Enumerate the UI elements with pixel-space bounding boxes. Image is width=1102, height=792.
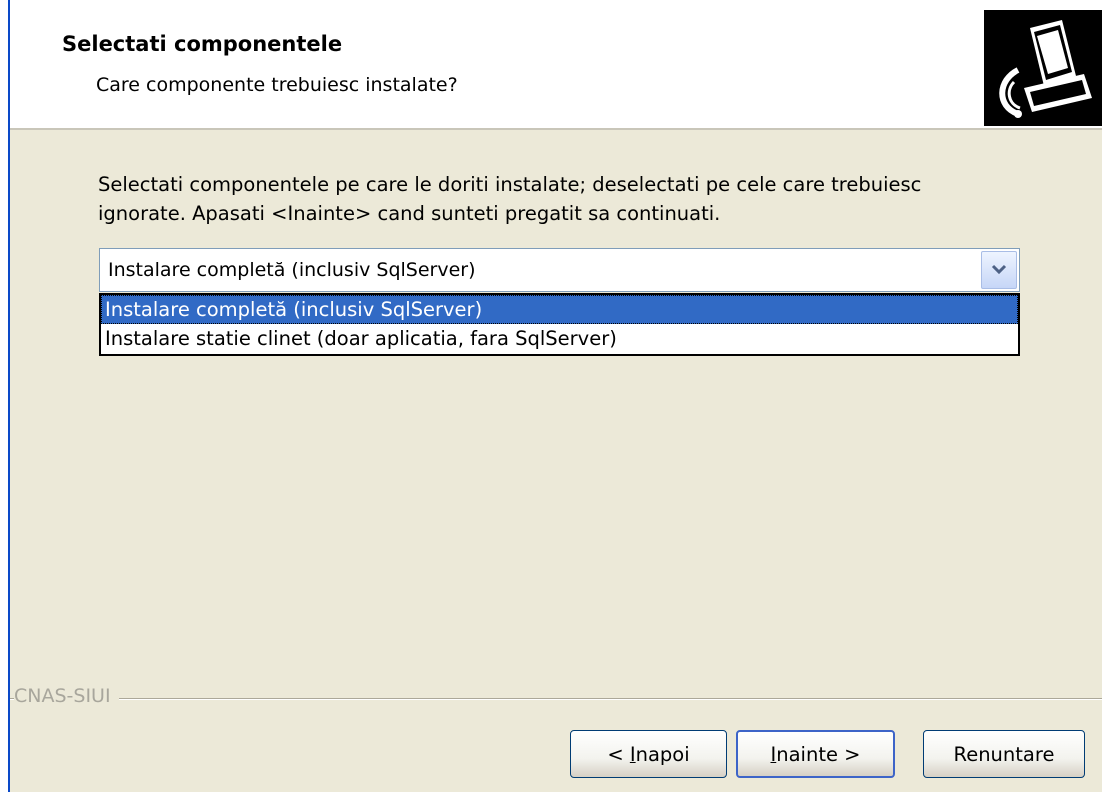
next-button[interactable]: Inainte >	[736, 730, 895, 778]
chevron-down-icon[interactable]	[981, 251, 1017, 289]
page-title: Selectati componentele	[62, 32, 343, 56]
option-full-install[interactable]: Instalare completă (inclusiv SqlServer)	[101, 295, 1018, 324]
back-prefix: <	[607, 743, 630, 766]
next-label: nainte >	[776, 743, 861, 766]
wizard-header: Selectati componentele Care componente t…	[10, 0, 1102, 130]
install-type-dropdown-list: Instalare completă (inclusiv SqlServer) …	[99, 293, 1020, 356]
cancel-button[interactable]: Renuntare	[923, 730, 1085, 778]
instructions-text: Selectati componentele pe care le doriti…	[98, 170, 998, 228]
back-button[interactable]: < Inapoi	[570, 730, 727, 778]
instructions-line-2: ignorate. Apasati <Inainte> cand sunteti…	[98, 202, 721, 225]
instructions-line-1: Selectati componentele pe care le doriti…	[98, 173, 922, 196]
option-client-install[interactable]: Instalare statie clinet (doar aplicatia,…	[101, 324, 1018, 353]
page-subtitle: Care componente trebuiesc instalate?	[96, 74, 458, 96]
setup-computer-icon	[984, 10, 1102, 126]
back-label: napoi	[635, 743, 690, 766]
window-left-edge	[0, 0, 10, 792]
combobox-value: Instalare completă (inclusiv SqlServer)	[108, 259, 476, 281]
brand-label: CNAS-SIUI	[14, 685, 119, 707]
brand-separator: CNAS-SIUI	[10, 681, 1102, 711]
separator-line	[10, 698, 1102, 700]
install-type-combobox[interactable]: Instalare completă (inclusiv SqlServer)	[99, 248, 1020, 292]
